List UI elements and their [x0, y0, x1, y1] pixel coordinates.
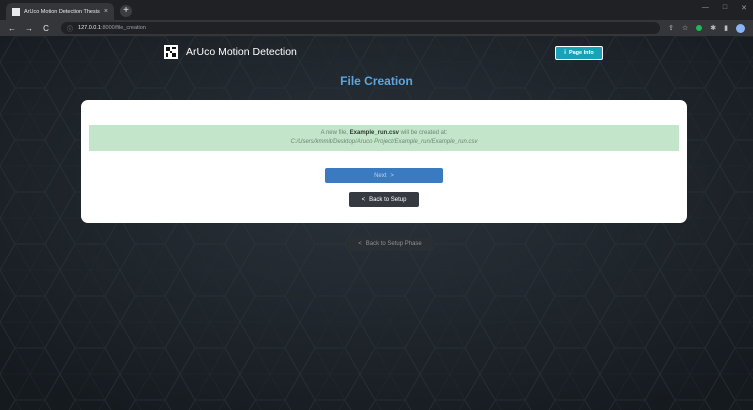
alert-message-line: A new file, Example_run.csv will be crea…	[89, 129, 679, 138]
browser-tab[interactable]: ArUco Motion Detection Thesis ×	[6, 3, 114, 20]
back-to-setup-phase-label: Back to Setup Phase	[365, 241, 422, 247]
page-info-label: Page Info	[568, 50, 594, 56]
chevron-left-icon: <	[358, 241, 362, 247]
site-navbar: ArUco Motion Detection i Page Info	[0, 36, 753, 66]
favicon-icon	[12, 7, 20, 16]
page-info-button[interactable]: i Page Info	[555, 46, 603, 60]
new-tab-button[interactable]: +	[120, 5, 132, 17]
browser-tab-strip: ArUco Motion Detection Thesis × + — □ ✕	[0, 0, 753, 20]
profile-avatar-icon[interactable]	[736, 23, 745, 33]
info-icon: i	[564, 50, 566, 56]
window-controls: — □ ✕	[702, 4, 747, 12]
next-button[interactable]: Next >	[325, 168, 443, 183]
site-info-icon[interactable]: ⓘ	[67, 24, 73, 33]
tab-title: ArUco Motion Detection Thesis	[24, 8, 100, 15]
chevron-right-icon: >	[390, 172, 394, 179]
reload-icon[interactable]: C	[41, 24, 51, 33]
brand-title: ArUco Motion Detection	[186, 46, 297, 58]
extension-icons: ⇪ ☆ ✱ ▮	[668, 23, 745, 33]
address-bar[interactable]: ⓘ 127.0.0.1 :8000/file_creation	[61, 22, 661, 34]
forward-icon[interactable]: →	[24, 24, 34, 33]
extension-green-icon[interactable]	[696, 25, 703, 31]
sidebar-icon[interactable]: ▮	[724, 24, 728, 32]
file-creation-card: A new file, Example_run.csv will be crea…	[81, 100, 687, 223]
extensions-puzzle-icon[interactable]: ✱	[710, 24, 716, 32]
file-creation-alert: A new file, Example_run.csv will be crea…	[89, 125, 679, 151]
brand[interactable]: ArUco Motion Detection	[164, 45, 297, 59]
back-to-setup-button[interactable]: < Back to Setup	[349, 192, 419, 207]
tab-close-icon[interactable]: ×	[104, 8, 108, 15]
url-path: :8000/file_creation	[100, 25, 146, 31]
share-icon[interactable]: ⇪	[668, 24, 674, 32]
back-to-setup-phase-button[interactable]: < Back to Setup Phase	[348, 237, 432, 251]
browser-toolbar: ← → C ⓘ 127.0.0.1 :8000/file_creation ⇪ …	[0, 20, 753, 36]
alert-prefix: A new file,	[320, 130, 350, 136]
bookmark-star-icon[interactable]: ☆	[682, 24, 688, 32]
minimize-icon[interactable]: —	[702, 4, 709, 12]
maximize-icon[interactable]: □	[723, 4, 727, 12]
alert-filename: Example_run.csv	[349, 130, 399, 136]
close-window-icon[interactable]: ✕	[741, 4, 747, 12]
alert-suffix: will be created at:	[399, 130, 448, 136]
page-viewport: ArUco Motion Detection i Page Info File …	[0, 36, 753, 410]
next-label: Next	[374, 172, 387, 179]
page-title: File Creation	[340, 74, 413, 88]
back-icon[interactable]: ←	[7, 24, 17, 33]
chevron-left-icon: <	[361, 196, 366, 203]
aruco-logo-icon	[164, 45, 178, 59]
hexagon-background	[0, 36, 753, 410]
url-host: 127.0.0.1	[78, 25, 101, 31]
back-to-setup-label: Back to Setup	[369, 196, 407, 203]
alert-file-path: C:/Users/kmmit/Desktop/Aruco Project/Exa…	[290, 139, 478, 145]
